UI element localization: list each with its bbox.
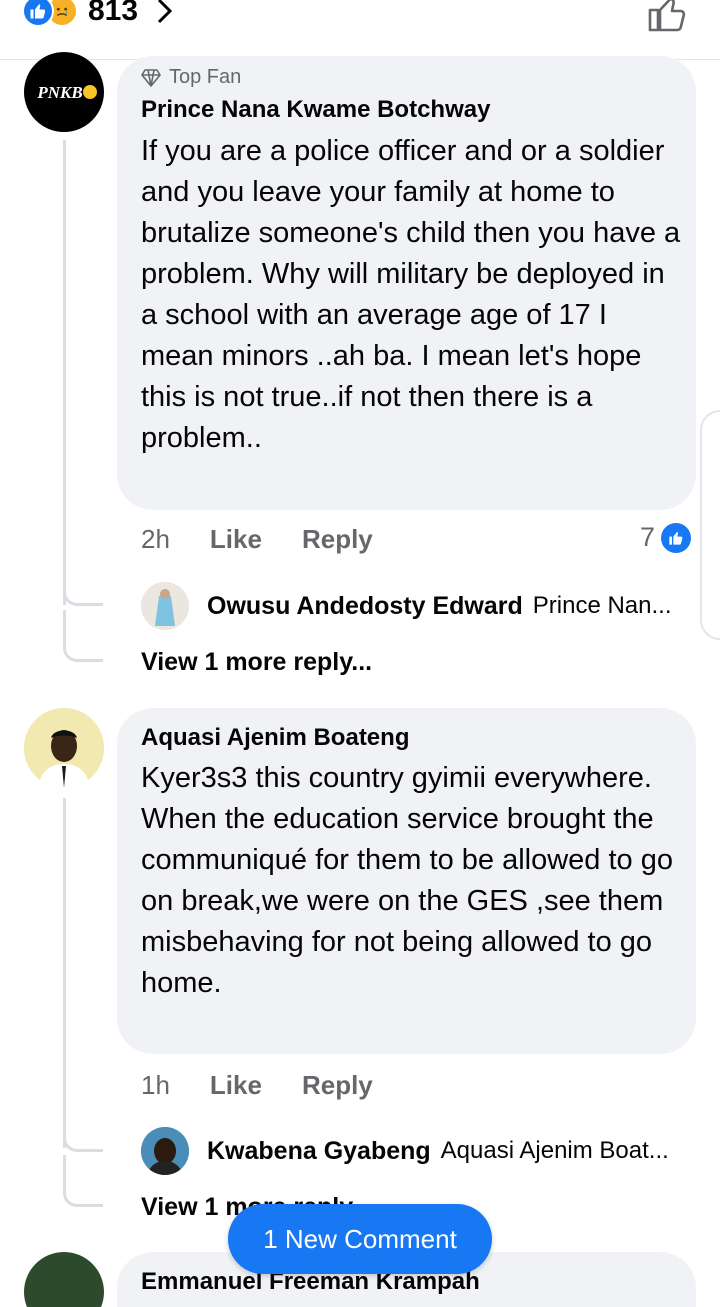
comment-reaction-badge[interactable]: 7 xyxy=(640,522,692,553)
thread-connector xyxy=(63,560,103,606)
comment-text: If you are a police officer and or a sol… xyxy=(141,135,681,454)
thread-line xyxy=(63,140,66,605)
avatar[interactable]: PNKB xyxy=(24,52,104,132)
reply-author: Kwabena Gyabeng xyxy=(207,1136,431,1165)
like-button[interactable]: Like xyxy=(210,1070,262,1101)
reply-snippet: Prince Nan... xyxy=(532,592,672,619)
comment-reaction-count: 7 xyxy=(640,522,656,552)
thread-connector xyxy=(63,1100,103,1152)
scroll-handle[interactable] xyxy=(700,410,720,640)
comment-bubble[interactable]: Top Fan Prince Nana Kwame Botchway If yo… xyxy=(117,56,696,510)
like-outline-icon[interactable] xyxy=(646,0,688,39)
comment-time: 1h xyxy=(141,1070,170,1100)
top-fan-badge: Top Fan xyxy=(141,66,241,89)
avatar xyxy=(141,582,189,630)
comment-author[interactable]: Prince Nana Kwame Botchway xyxy=(141,96,490,124)
diamond-icon xyxy=(141,68,161,87)
like-reaction-icon xyxy=(661,522,692,553)
reactions-summary[interactable]: 813 xyxy=(22,0,174,28)
avatar xyxy=(141,1127,189,1175)
comment-actions: 1h Like Reply xyxy=(141,1070,373,1101)
reply-author: Owusu Andedosty Edward xyxy=(207,591,523,620)
reaction-count: 813 xyxy=(88,0,139,27)
reply-button[interactable]: Reply xyxy=(302,1070,373,1101)
reply-button[interactable]: Reply xyxy=(302,524,373,555)
svg-text:PNKB: PNKB xyxy=(36,83,82,102)
thread-line xyxy=(63,798,66,1148)
reply-preview[interactable]: Owusu Andedosty Edward Prince Nan... xyxy=(141,582,672,630)
comment-author[interactable]: Aquasi Ajenim Boateng xyxy=(141,724,409,752)
thread-connector xyxy=(63,1155,103,1207)
comment-time: 2h xyxy=(141,524,170,554)
avatar[interactable] xyxy=(24,1252,104,1307)
avatar[interactable] xyxy=(24,708,104,788)
new-comment-button[interactable]: 1 New Comment xyxy=(228,1204,492,1274)
like-reaction-icon xyxy=(22,0,54,27)
comment-bubble[interactable]: Aquasi Ajenim Boateng Kyer3s3 this count… xyxy=(117,708,696,1054)
reactions-bar: 813 xyxy=(0,0,720,60)
comment-actions: 2h Like Reply xyxy=(141,524,373,555)
like-button[interactable]: Like xyxy=(210,524,262,555)
reply-snippet: Aquasi Ajenim Boat... xyxy=(440,1137,669,1164)
view-more-replies[interactable]: View 1 more reply... xyxy=(141,648,372,677)
comment-text: Kyer3s3 this country gyimii everywhere. … xyxy=(141,762,673,999)
chevron-right-icon xyxy=(158,0,173,24)
reply-preview[interactable]: Kwabena Gyabeng Aquasi Ajenim Boat... xyxy=(141,1127,669,1175)
thread-connector xyxy=(63,610,103,662)
top-fan-label: Top Fan xyxy=(169,66,242,88)
